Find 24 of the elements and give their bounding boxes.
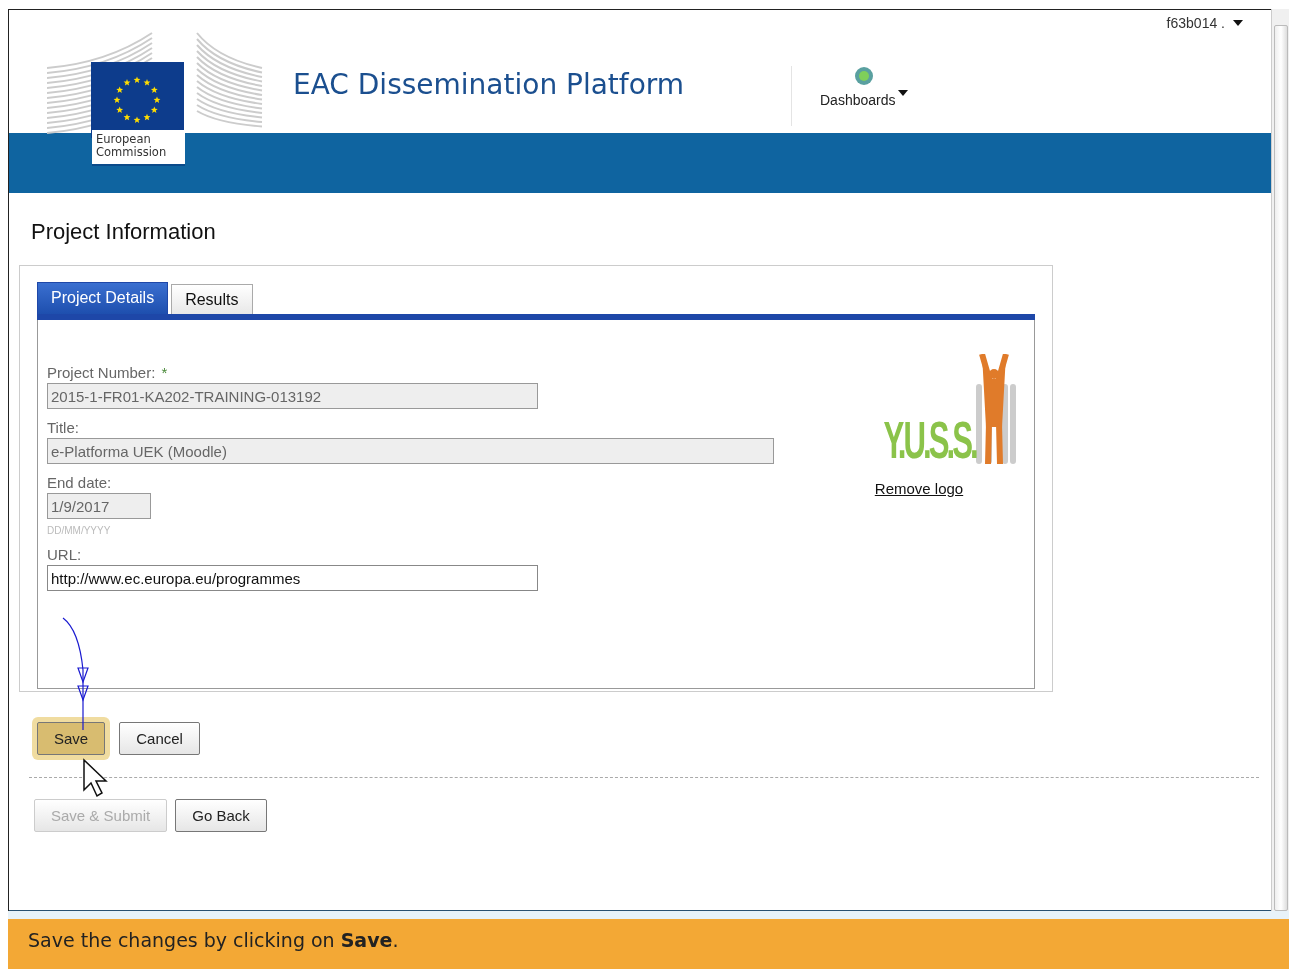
user-menu[interactable]: f63b014 . xyxy=(1160,14,1249,32)
field-label: URL: xyxy=(47,546,82,563)
tab[interactable]: Results xyxy=(171,284,253,314)
mouse-cursor-icon xyxy=(83,758,108,798)
caret-icon xyxy=(897,90,908,96)
site-title: EAC Dissemination Platform xyxy=(293,68,685,101)
field-label: Title: xyxy=(47,419,79,436)
action-button[interactable]: Go Back xyxy=(175,799,267,832)
globe-icon xyxy=(853,66,874,86)
field-label: End date: xyxy=(47,474,112,491)
page-title: Project Information xyxy=(31,219,217,245)
scrollbar[interactable] xyxy=(1271,9,1289,911)
remove-logo-link[interactable]: Remove logo xyxy=(874,480,964,497)
input-field[interactable]: http://www.ec.europa.eu/programmes xyxy=(47,565,538,591)
required-mark: * xyxy=(161,364,168,381)
dashboards-menu[interactable]: Dashboards xyxy=(820,90,908,108)
caret-icon xyxy=(1233,20,1243,26)
project-logo-text: Y.U.S.S. xyxy=(883,414,976,466)
tab[interactable]: Project Details xyxy=(37,282,169,314)
field-hint: DD/MM/YYYY xyxy=(47,525,112,536)
action-button[interactable]: Cancel xyxy=(119,722,200,755)
field-label: Project Number: xyxy=(47,364,156,381)
instruction-text: Save the changes by clicking on Save. xyxy=(28,929,399,951)
logo-caption: European Commission xyxy=(92,130,185,164)
